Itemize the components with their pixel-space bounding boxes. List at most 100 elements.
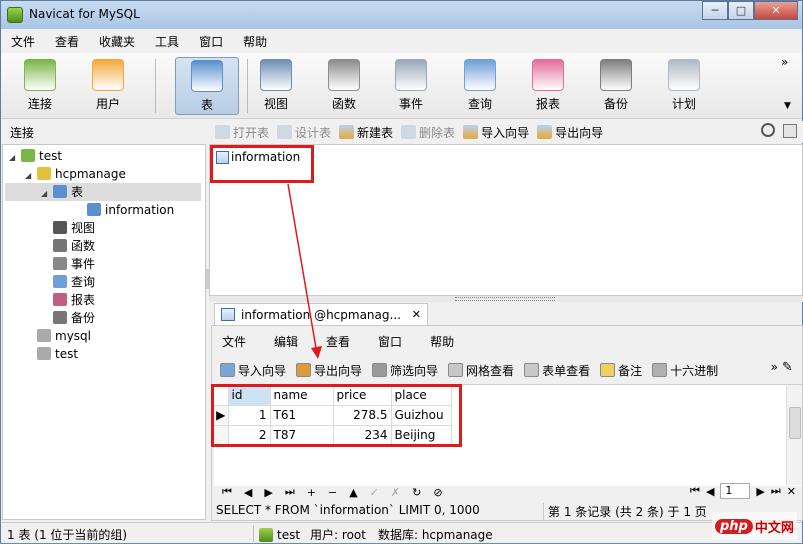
object-toolbar: 打开表 设计表 新建表 删除表 导入向导 导出向导 — [209, 121, 803, 143]
status-bar: 1 表 (1 位于当前的组) test 用户: root 数据库: hcpman… — [1, 522, 802, 543]
tree-item-label: 表 — [71, 185, 84, 199]
submenu-window[interactable]: 窗口 — [378, 333, 402, 350]
toolbar-more-icon[interactable]: » — [781, 55, 788, 69]
form-view-button[interactable]: 表单查看 — [524, 362, 590, 379]
expand-arrow-icon[interactable]: ◢ — [41, 185, 51, 203]
toolbar-button-user[interactable]: 用户 — [76, 57, 140, 115]
details-view-icon[interactable] — [783, 124, 797, 138]
menu-file[interactable]: 文件 — [5, 33, 49, 50]
tree-item[interactable]: 查询 — [41, 273, 95, 291]
connection-tree[interactable]: ◢ test ◢ hcpmanage ◢ 表 information 视图 函数 事件 查询 报表 备份… — [2, 144, 206, 520]
tree-item[interactable]: information — [75, 201, 174, 219]
tree-item[interactable]: 函数 — [41, 237, 95, 255]
event-icon — [53, 257, 67, 270]
page-last-button[interactable]: ⏭ — [771, 484, 781, 498]
memo-button[interactable]: 备注 — [600, 362, 642, 379]
page-first-button[interactable]: ⏮ — [690, 484, 700, 498]
delete-table-button[interactable]: 删除表 — [401, 124, 455, 141]
submenu-edit[interactable]: 编辑 — [274, 333, 298, 350]
toolbar-dropdown-icon[interactable]: ▼ — [784, 101, 791, 111]
tree-item[interactable]: 事件 — [41, 255, 95, 273]
menu-view[interactable]: 查看 — [49, 33, 93, 50]
maximize-button[interactable]: □ — [728, 1, 754, 20]
tree-item[interactable]: 视图 — [41, 219, 95, 237]
expand-arrow-icon[interactable]: ◢ — [9, 149, 19, 167]
window-title: Navicat for MySQL — [29, 7, 140, 21]
toolbar-button-plug[interactable]: 连接 — [8, 57, 72, 115]
tree-item-label: information — [105, 203, 175, 217]
search-icon[interactable] — [761, 123, 775, 137]
highlight-box-grid — [211, 384, 462, 447]
tree-item[interactable]: 备份 — [41, 309, 95, 327]
toolbar-button-view[interactable]: 视图 — [244, 57, 308, 115]
tree-item[interactable]: ◢ test — [9, 147, 62, 165]
highlight-box-object — [210, 145, 314, 183]
hex-button[interactable]: 十六进制 — [652, 362, 718, 379]
record-count-text: 第 1 条记录 (共 2 条) 于 1 页 — [548, 505, 707, 519]
new-table-button[interactable]: 新建表 — [339, 124, 393, 141]
toolbar-button-backup[interactable]: 备份 — [584, 57, 648, 115]
tab-information[interactable]: information @hcpmanag... ✕ — [214, 303, 428, 325]
filter-wizard-button[interactable]: 筛选向导 — [372, 362, 438, 379]
new-table-icon — [339, 125, 355, 139]
toolbar-button-query[interactable]: 查询 — [448, 57, 512, 115]
apply-button[interactable]: ✓ — [370, 486, 379, 499]
database-icon — [37, 347, 51, 360]
button-label: 网格查看 — [466, 363, 515, 378]
delete-record-button[interactable]: − — [328, 486, 337, 499]
toolbar-button-function[interactable]: 函数 — [312, 57, 376, 115]
tree-item[interactable]: ◢ hcpmanage — [25, 165, 126, 183]
stop-button[interactable]: ⊘ — [433, 486, 442, 499]
button-label: 十六进制 — [670, 363, 719, 378]
filter-wizard-icon — [372, 363, 388, 377]
toolbar-button-table[interactable]: 表 — [175, 57, 239, 115]
close-button[interactable]: ✕ — [754, 1, 798, 20]
refresh-button[interactable]: ↻ — [412, 486, 421, 499]
menu-help[interactable]: 帮助 — [237, 33, 281, 50]
export-wizard-button[interactable]: 导出向导 — [537, 124, 603, 141]
import-wizard-button[interactable]: 导入向导 — [463, 124, 529, 141]
tree-item[interactable]: 报表 — [41, 291, 95, 309]
edit-record-button[interactable]: ▲ — [349, 486, 357, 499]
function-icon — [53, 239, 67, 252]
tree-item[interactable]: test — [25, 345, 78, 363]
toolbar-button-label: 连接 — [27, 97, 52, 111]
toolbar-button-schedule[interactable]: 计划 — [652, 57, 716, 115]
first-record-button[interactable]: ⏮ — [222, 485, 232, 499]
submenu-help[interactable]: 帮助 — [430, 333, 454, 350]
wrench-icon[interactable]: ✎ — [782, 360, 796, 376]
export-wizard-button[interactable]: 导出向导 — [296, 362, 362, 379]
page-number-input[interactable]: 1 — [720, 483, 751, 499]
horizontal-splitter[interactable] — [209, 296, 803, 302]
menu-window[interactable]: 窗口 — [193, 33, 237, 50]
menu-favorites[interactable]: 收藏夹 — [93, 33, 149, 50]
record-navigation-bar: ⏮ ◀ ▶ ⏭ + − ▲ ✓ ✗ ↻ ⊘ ⏮ ◀ 1 ▶ ⏭ ✕ — [214, 482, 802, 502]
minimize-button[interactable]: ─ — [702, 1, 728, 20]
tree-item[interactable]: mysql — [25, 327, 91, 345]
toolbar-button-report[interactable]: 报表 — [516, 57, 580, 115]
database-icon — [37, 167, 51, 180]
last-record-button[interactable]: ⏭ — [285, 485, 295, 499]
toolbar-more-icon[interactable]: » — [771, 360, 778, 374]
submenu-view[interactable]: 查看 — [326, 333, 350, 350]
grid-view-button[interactable]: 网格查看 — [448, 362, 514, 379]
user-icon — [92, 59, 124, 91]
add-record-button[interactable]: + — [307, 486, 316, 499]
next-record-button[interactable]: ▶ — [264, 486, 272, 499]
sub-menu-bar: 文件 编辑 查看 窗口 帮助 — [212, 330, 482, 352]
cancel-button[interactable]: ✗ — [391, 486, 400, 499]
tab-close-icon[interactable]: ✕ — [412, 308, 421, 321]
import-wizard-button[interactable]: 导入向导 — [220, 362, 286, 379]
grid-scrollbar[interactable] — [786, 385, 802, 485]
design-table-button[interactable]: 设计表 — [277, 124, 331, 141]
tree-item[interactable]: ◢ 表 — [5, 183, 201, 201]
toolbar-button-event[interactable]: 事件 — [379, 57, 443, 115]
page-next-button[interactable]: ▶ — [756, 485, 764, 498]
button-label: 删除表 — [419, 125, 456, 140]
prev-record-button[interactable]: ◀ — [244, 486, 252, 499]
page-prev-button[interactable]: ◀ — [706, 485, 714, 498]
menu-tools[interactable]: 工具 — [149, 33, 193, 50]
open-table-button[interactable]: 打开表 — [215, 124, 269, 141]
settings-icon[interactable]: ✕ — [787, 485, 796, 498]
submenu-file[interactable]: 文件 — [222, 333, 246, 350]
